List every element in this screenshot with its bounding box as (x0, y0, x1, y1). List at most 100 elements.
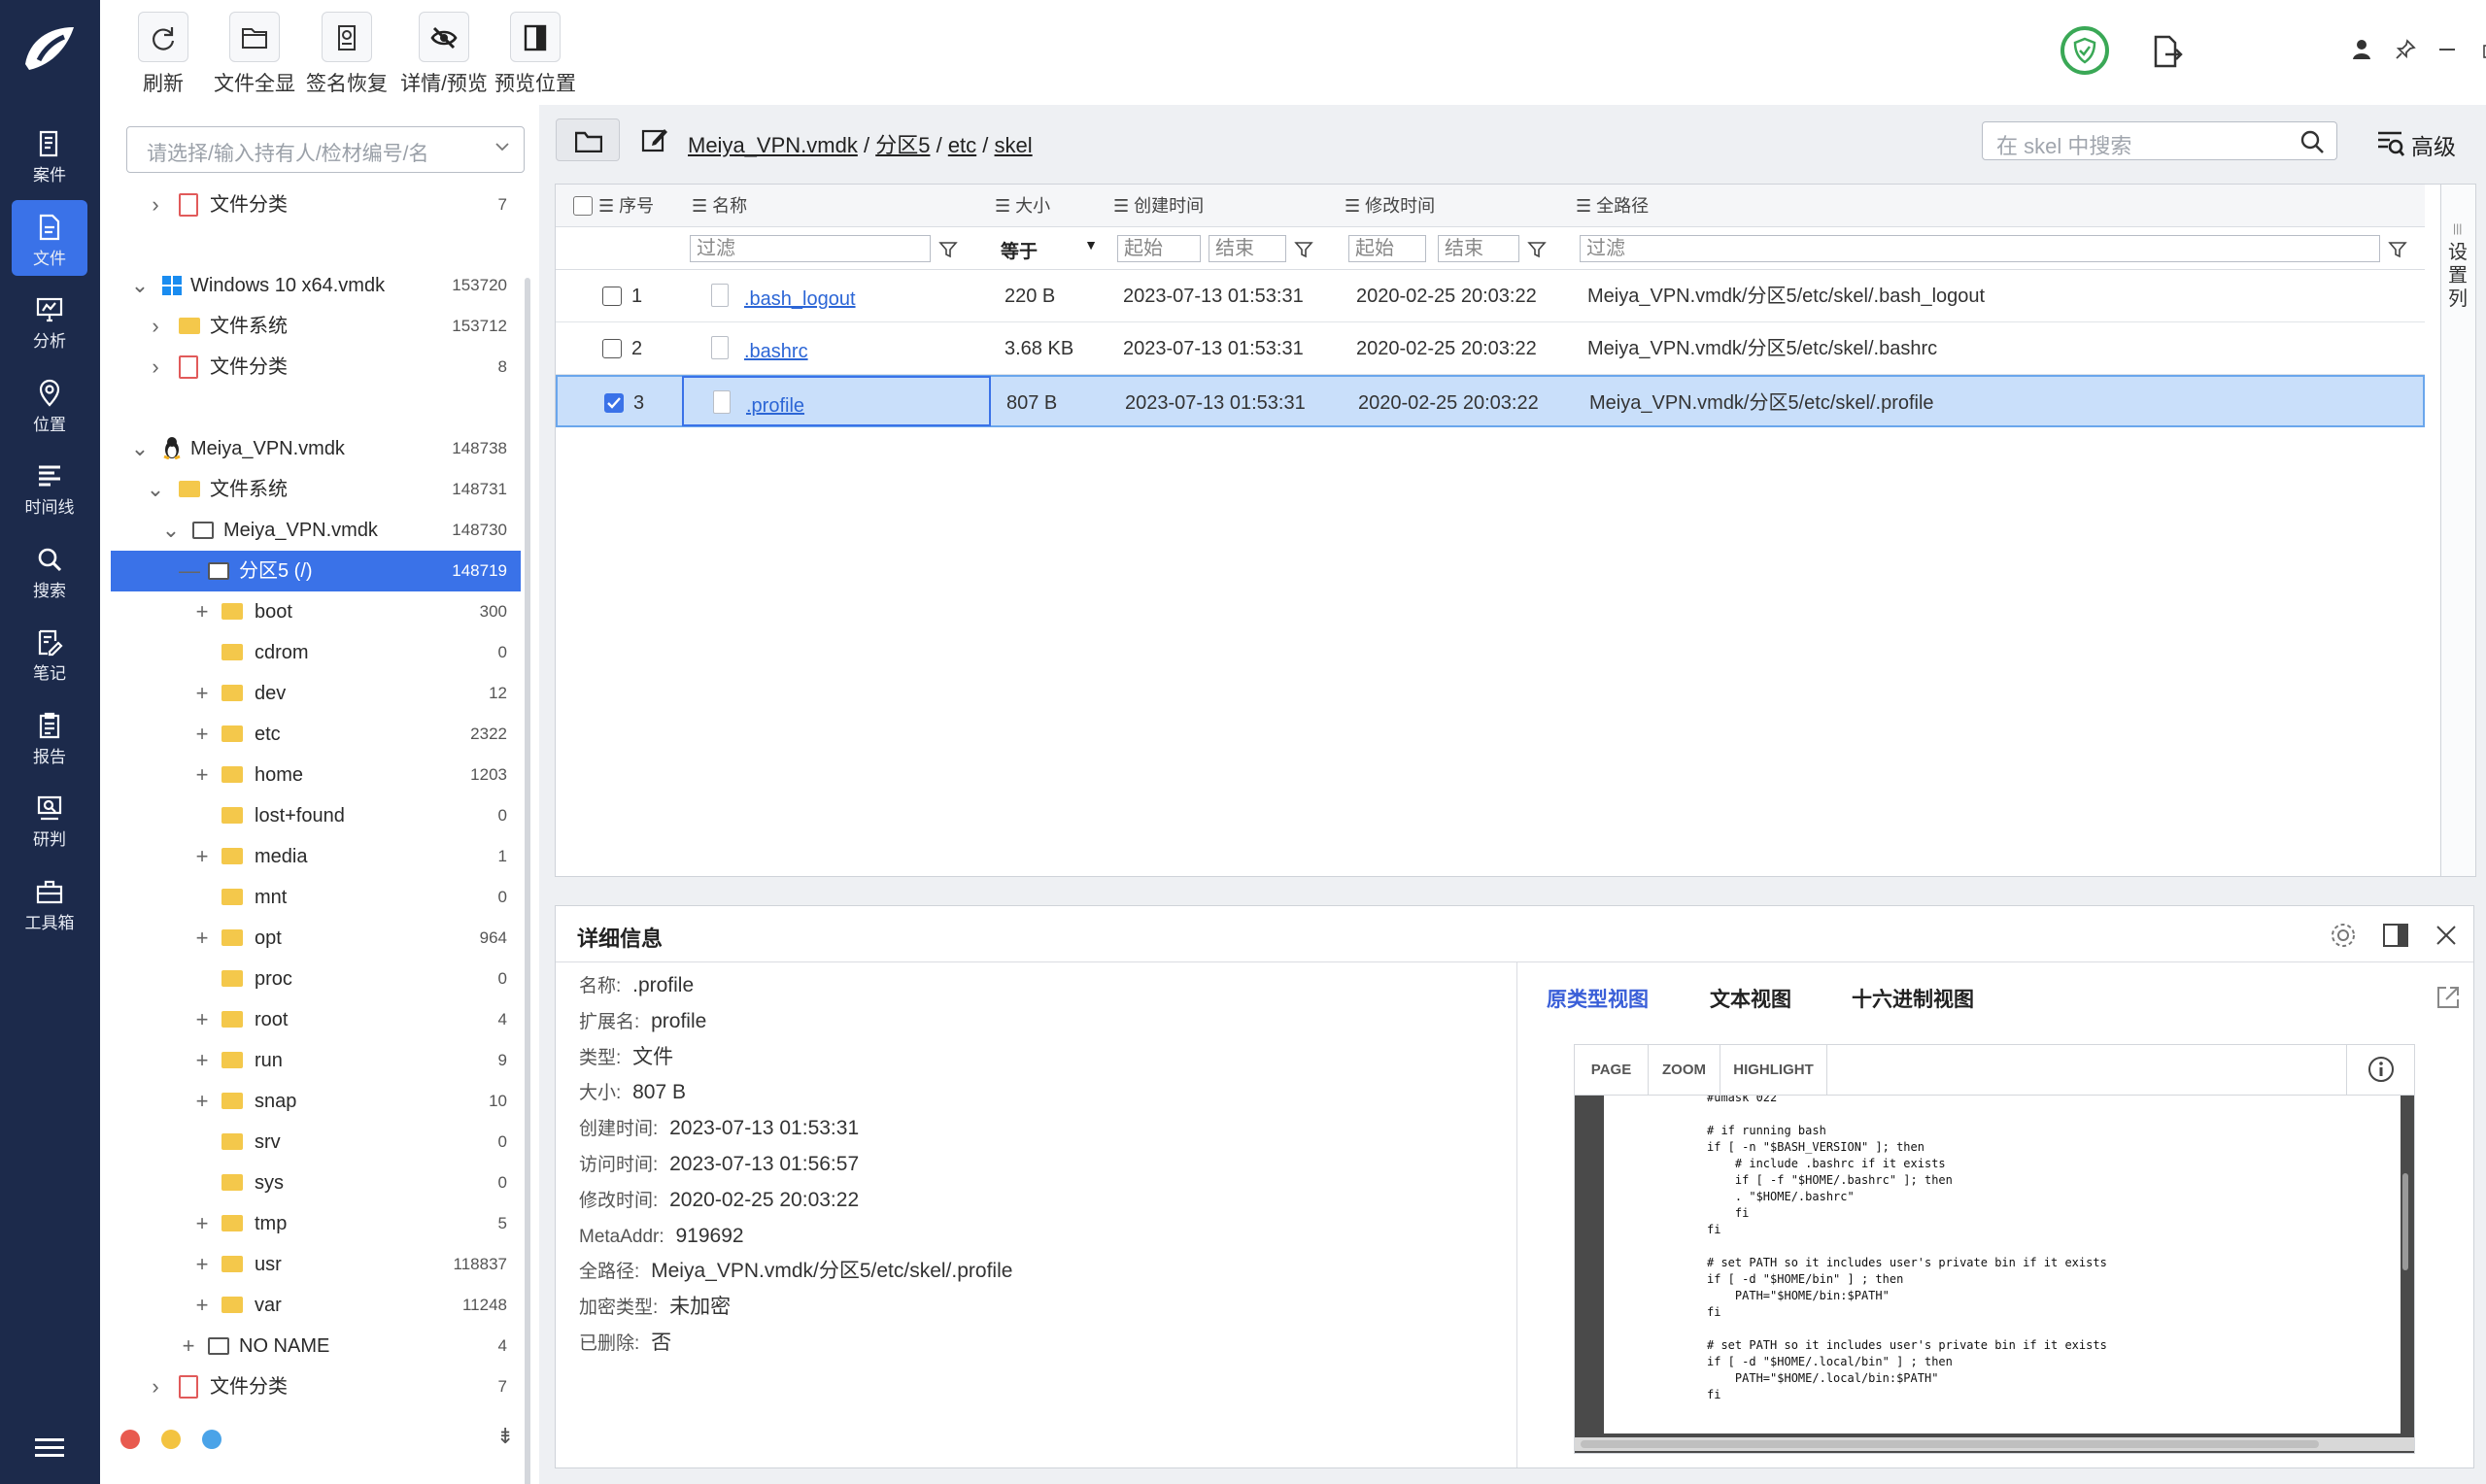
tree-item[interactable]: + boot 300 (111, 591, 521, 632)
tree-item[interactable]: ⌄ Windows 10 x64.vmdk 153720 (111, 265, 521, 306)
tree-item[interactable]: + snap 10 (111, 1081, 521, 1122)
shield-status-icon[interactable] (2060, 25, 2110, 76)
path-filter-icon[interactable] (2388, 240, 2407, 259)
column-path-header[interactable]: ☰ 全路径 (1576, 185, 1649, 227)
modified-end-input[interactable]: 结束 (1438, 235, 1519, 262)
tree-toggle[interactable]: + (192, 836, 212, 877)
row-checkbox[interactable] (604, 393, 624, 413)
column-modified-header[interactable]: ☰ 修改时间 (1345, 185, 1435, 227)
status-dot[interactable] (161, 1430, 181, 1449)
breadcrumb-etc[interactable]: etc (948, 133, 976, 157)
tree-item[interactable]: lost+found 0 (111, 795, 521, 836)
tree-item[interactable]: + opt 964 (111, 918, 521, 959)
tree-toggle[interactable]: › (146, 1366, 165, 1407)
tree-item[interactable]: proc 0 (111, 959, 521, 999)
table-row[interactable]: 2 .bashrc 3.68 KB 2023-07-13 01:53:31 2020-0… (556, 322, 2425, 375)
tree-item[interactable]: + NO NAME 4 (111, 1326, 521, 1366)
nav-item-file[interactable]: 文件 (12, 199, 87, 276)
tree-toggle[interactable]: › (146, 306, 165, 347)
tree-toggle[interactable]: + (192, 918, 212, 959)
tree-item[interactable]: + dev 12 (111, 673, 521, 714)
settings-gear-icon[interactable] (2330, 922, 2357, 949)
column-name-header[interactable]: ☰ 名称 (692, 185, 747, 227)
search-icon[interactable] (2299, 129, 2325, 154)
tree-item[interactable]: ⌄ Meiya_VPN.vmdk 148738 (111, 428, 521, 469)
nav-item-case[interactable]: 案件 (12, 117, 87, 192)
tree-item[interactable]: ⌄ Meiya_VPN.vmdk 148730 (111, 510, 521, 551)
name-filter-input[interactable]: 过滤 (690, 235, 931, 262)
toolbar-folder-button[interactable]: 文件全显 (207, 0, 302, 105)
row-name-link[interactable]: .bash_logout (744, 273, 856, 325)
tree-item[interactable]: + var 11248 (111, 1285, 521, 1326)
tree-item[interactable]: mnt 0 (111, 877, 521, 918)
tree-item[interactable]: sys 0 (111, 1163, 521, 1203)
tree-toggle[interactable]: + (192, 1081, 212, 1122)
nav-item-note[interactable]: 笔记 (12, 615, 87, 691)
viewer-scrollbar-v[interactable] (2402, 1173, 2408, 1270)
column-created-header[interactable]: ☰ 创建时间 (1113, 185, 1204, 227)
table-row[interactable]: 1 .bash_logout 220 B 2023-07-13 01:53:31 202… (556, 270, 2425, 322)
pin-icon[interactable] (2395, 39, 2416, 60)
tree-item[interactable]: + root 4 (111, 999, 521, 1040)
export-icon[interactable] (2150, 35, 2183, 68)
holder-select[interactable]: 请选择/输入持有人/检材编号/名 (126, 126, 525, 173)
search-input[interactable]: 在 skel 中搜索 (1982, 121, 2337, 160)
tree-toggle[interactable]: ⌄ (146, 469, 165, 510)
tree-item[interactable]: srv 0 (111, 1122, 521, 1163)
modified-filter-icon[interactable] (1527, 240, 1547, 259)
viewer-scrollbar-h[interactable] (1575, 1437, 2414, 1451)
path-filter-input[interactable]: 过滤 (1580, 235, 2380, 262)
close-panel-icon[interactable] (2435, 924, 2458, 947)
toolbar-signature-button[interactable]: 签名恢复 (300, 0, 393, 105)
tree-item[interactable]: › 文件系统 153712 (111, 306, 521, 347)
select-all-checkbox[interactable] (573, 196, 593, 216)
nav-item-toolbox[interactable]: 工具箱 (12, 864, 87, 940)
tree-item[interactable]: + home 1203 (111, 755, 521, 795)
nav-item-search[interactable]: 搜索 (12, 532, 87, 608)
row-name-link[interactable]: .bashrc (744, 325, 808, 378)
column-settings-tab[interactable]: ||| 设置列 (2440, 185, 2475, 876)
created-start-input[interactable]: 起始 (1117, 235, 1201, 262)
edit-path-icon[interactable] (641, 126, 668, 153)
breadcrumb-skel[interactable]: skel (995, 133, 1033, 157)
created-filter-icon[interactable] (1294, 240, 1313, 259)
created-end-input[interactable]: 结束 (1209, 235, 1286, 262)
tree-toggle[interactable]: ⌄ (130, 265, 150, 306)
tree-toggle[interactable]: + (192, 755, 212, 795)
toolbar-eye-off-button[interactable]: 详情/预览 (394, 0, 494, 105)
tree-item[interactable]: › 文件分类 7 (111, 185, 521, 225)
tree-toggle[interactable]: + (192, 1040, 212, 1081)
tree-toggle[interactable]: + (192, 1203, 212, 1244)
status-dot[interactable] (120, 1430, 140, 1449)
tree-toggle[interactable]: › (146, 347, 165, 388)
tree-item[interactable]: + media 1 (111, 836, 521, 877)
status-dot[interactable] (202, 1430, 221, 1449)
user-icon[interactable] (2352, 39, 2371, 60)
open-external-icon[interactable] (2435, 984, 2462, 1011)
column-seq-header[interactable]: ☰ 序号 (598, 185, 654, 227)
tree-item[interactable]: + run 9 (111, 1040, 521, 1081)
page-button[interactable]: PAGE (1575, 1045, 1649, 1095)
nav-item-analysis[interactable]: 分析 (12, 283, 87, 358)
size-operator-select[interactable]: 等于 ▼ (1001, 237, 1102, 262)
toolbar-refresh-button[interactable]: 刷新 (131, 0, 195, 105)
nav-item-report[interactable]: 报告 (12, 698, 87, 774)
nav-item-location[interactable]: 位置 (12, 366, 87, 442)
tree-toggle[interactable]: — (179, 551, 200, 591)
highlight-button[interactable]: HIGHLIGHT (1720, 1045, 1827, 1095)
tree-scrollbar[interactable] (525, 278, 530, 1484)
tab-original-view[interactable]: 原类型视图 (1547, 984, 1649, 1013)
tree-toggle[interactable]: + (179, 1326, 198, 1366)
tree-toggle[interactable]: + (192, 714, 212, 755)
tree-item[interactable]: › 文件分类 8 (111, 347, 521, 388)
row-name-link[interactable]: .profile (746, 380, 804, 432)
minimize-icon[interactable] (2439, 49, 2455, 51)
panel-layout-icon[interactable] (2382, 922, 2409, 949)
info-icon[interactable] (2346, 1045, 2414, 1095)
tab-text-view[interactable]: 文本视图 (1710, 984, 1791, 1013)
tree-toggle[interactable]: ⌄ (130, 428, 150, 469)
tree-item[interactable]: › 文件分类 7 (111, 1366, 521, 1407)
tree-item[interactable]: + usr 118837 (111, 1244, 521, 1285)
tree-item[interactable]: — 分区5 (/) 148719 (111, 551, 521, 591)
tree-toggle[interactable]: + (192, 673, 212, 714)
